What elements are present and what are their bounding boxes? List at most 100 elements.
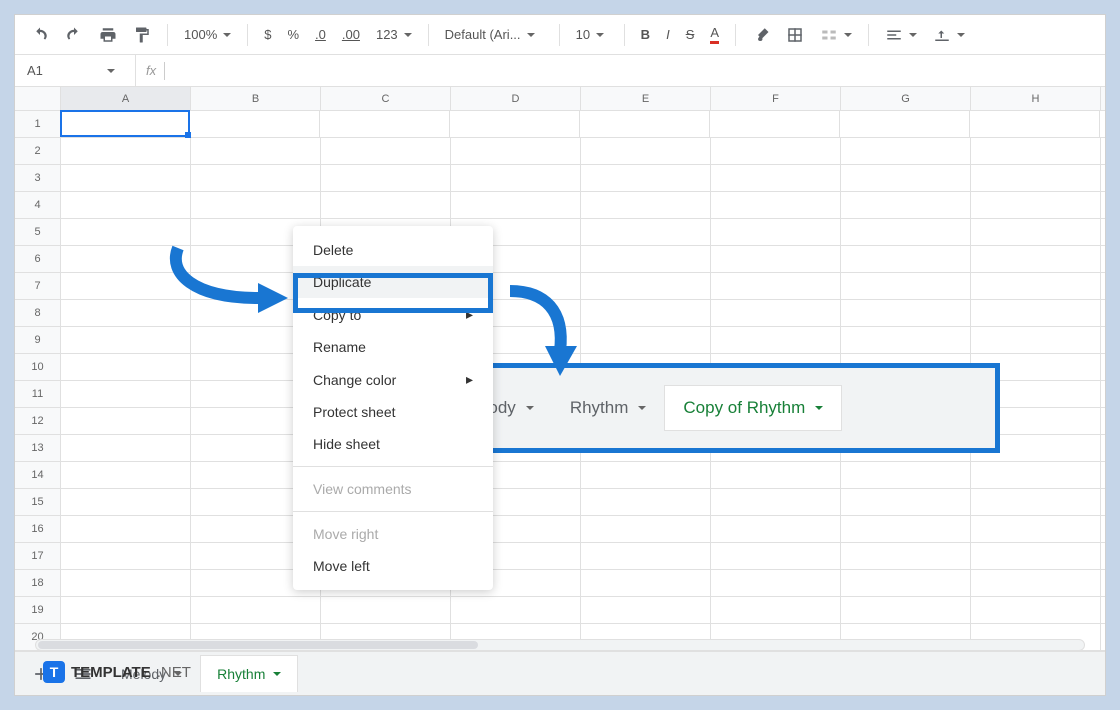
row-header-12[interactable]: 12 xyxy=(15,408,61,434)
cell[interactable] xyxy=(321,138,451,164)
cell[interactable] xyxy=(581,138,711,164)
cell[interactable] xyxy=(581,462,711,488)
strikethrough-button[interactable]: S xyxy=(680,23,701,46)
cell[interactable] xyxy=(61,435,191,461)
cell[interactable] xyxy=(711,219,841,245)
cell[interactable] xyxy=(61,165,191,191)
row-header-17[interactable]: 17 xyxy=(15,543,61,569)
cell[interactable] xyxy=(711,570,841,596)
cell[interactable] xyxy=(451,597,581,623)
cell[interactable] xyxy=(61,408,191,434)
cell[interactable] xyxy=(841,165,971,191)
undo-button[interactable] xyxy=(25,22,55,48)
cell[interactable] xyxy=(971,570,1101,596)
cell[interactable] xyxy=(450,111,580,137)
italic-button[interactable]: I xyxy=(660,23,676,46)
row-header-6[interactable]: 6 xyxy=(15,246,61,272)
cell[interactable] xyxy=(60,110,190,137)
row-header-14[interactable]: 14 xyxy=(15,462,61,488)
cell[interactable] xyxy=(711,543,841,569)
row-header-3[interactable]: 3 xyxy=(15,165,61,191)
cell[interactable] xyxy=(971,597,1101,623)
cell[interactable] xyxy=(61,354,191,380)
cell[interactable] xyxy=(971,327,1101,353)
cell[interactable] xyxy=(581,543,711,569)
cell[interactable] xyxy=(711,138,841,164)
cell[interactable] xyxy=(321,165,451,191)
column-header-D[interactable]: D xyxy=(451,87,581,110)
menu-duplicate[interactable]: Duplicate xyxy=(293,266,493,298)
horizontal-scrollbar[interactable] xyxy=(35,639,1085,651)
column-header-E[interactable]: E xyxy=(581,87,711,110)
column-header-H[interactable]: H xyxy=(971,87,1101,110)
percent-button[interactable]: % xyxy=(281,23,305,46)
cell[interactable] xyxy=(711,597,841,623)
cell[interactable] xyxy=(711,462,841,488)
cell[interactable] xyxy=(61,543,191,569)
cell[interactable] xyxy=(841,192,971,218)
menu-rename[interactable]: Rename xyxy=(293,331,493,363)
cell[interactable] xyxy=(971,300,1101,326)
row-header-18[interactable]: 18 xyxy=(15,570,61,596)
row-header-8[interactable]: 8 xyxy=(15,300,61,326)
cell[interactable] xyxy=(840,111,970,137)
align-dropdown[interactable] xyxy=(879,24,923,46)
cell[interactable] xyxy=(711,273,841,299)
decrease-decimal-button[interactable]: .0 xyxy=(309,23,332,46)
cell[interactable] xyxy=(61,597,191,623)
currency-button[interactable]: $ xyxy=(258,23,277,46)
row-header-1[interactable]: 1 xyxy=(15,111,61,137)
cell[interactable] xyxy=(841,489,971,515)
row-header-19[interactable]: 19 xyxy=(15,597,61,623)
cell[interactable] xyxy=(841,516,971,542)
cell[interactable] xyxy=(61,462,191,488)
cell[interactable] xyxy=(841,219,971,245)
redo-button[interactable] xyxy=(59,22,89,48)
cell[interactable] xyxy=(190,111,320,137)
formula-input[interactable] xyxy=(173,63,573,78)
cell[interactable] xyxy=(191,192,321,218)
cell[interactable] xyxy=(191,165,321,191)
cell[interactable] xyxy=(971,543,1101,569)
bold-button[interactable]: B xyxy=(635,23,656,46)
cell[interactable] xyxy=(581,219,711,245)
cell[interactable] xyxy=(971,138,1101,164)
column-header-G[interactable]: G xyxy=(841,87,971,110)
cell[interactable] xyxy=(61,489,191,515)
cell[interactable] xyxy=(711,327,841,353)
row-header-13[interactable]: 13 xyxy=(15,435,61,461)
column-header-B[interactable]: B xyxy=(191,87,321,110)
valign-dropdown[interactable] xyxy=(927,24,971,46)
cell[interactable] xyxy=(581,516,711,542)
name-box[interactable]: A1 xyxy=(21,63,121,78)
cell[interactable] xyxy=(581,273,711,299)
cell[interactable] xyxy=(581,570,711,596)
cell[interactable] xyxy=(580,111,710,137)
row-header-4[interactable]: 4 xyxy=(15,192,61,218)
cell[interactable] xyxy=(971,489,1101,515)
cell[interactable] xyxy=(451,192,581,218)
menu-hide-sheet[interactable]: Hide sheet xyxy=(293,428,493,460)
cell[interactable] xyxy=(61,138,191,164)
cell[interactable] xyxy=(61,192,191,218)
row-header-7[interactable]: 7 xyxy=(15,273,61,299)
column-header-F[interactable]: F xyxy=(711,87,841,110)
row-header-16[interactable]: 16 xyxy=(15,516,61,542)
menu-delete[interactable]: Delete xyxy=(293,234,493,266)
cell[interactable] xyxy=(61,516,191,542)
cell[interactable] xyxy=(711,192,841,218)
row-header-15[interactable]: 15 xyxy=(15,489,61,515)
fill-color-button[interactable] xyxy=(746,22,776,48)
column-header-A[interactable]: A xyxy=(61,87,191,110)
cell[interactable] xyxy=(320,111,450,137)
cell[interactable] xyxy=(841,597,971,623)
cell[interactable] xyxy=(841,570,971,596)
cell[interactable] xyxy=(710,111,840,137)
menu-change-color[interactable]: Change color▸ xyxy=(293,363,493,396)
cell[interactable] xyxy=(971,516,1101,542)
sheet-tab-rhythm[interactable]: Rhythm xyxy=(200,655,298,692)
cell[interactable] xyxy=(321,192,451,218)
cell[interactable] xyxy=(581,192,711,218)
cell[interactable] xyxy=(581,597,711,623)
cell[interactable] xyxy=(61,570,191,596)
